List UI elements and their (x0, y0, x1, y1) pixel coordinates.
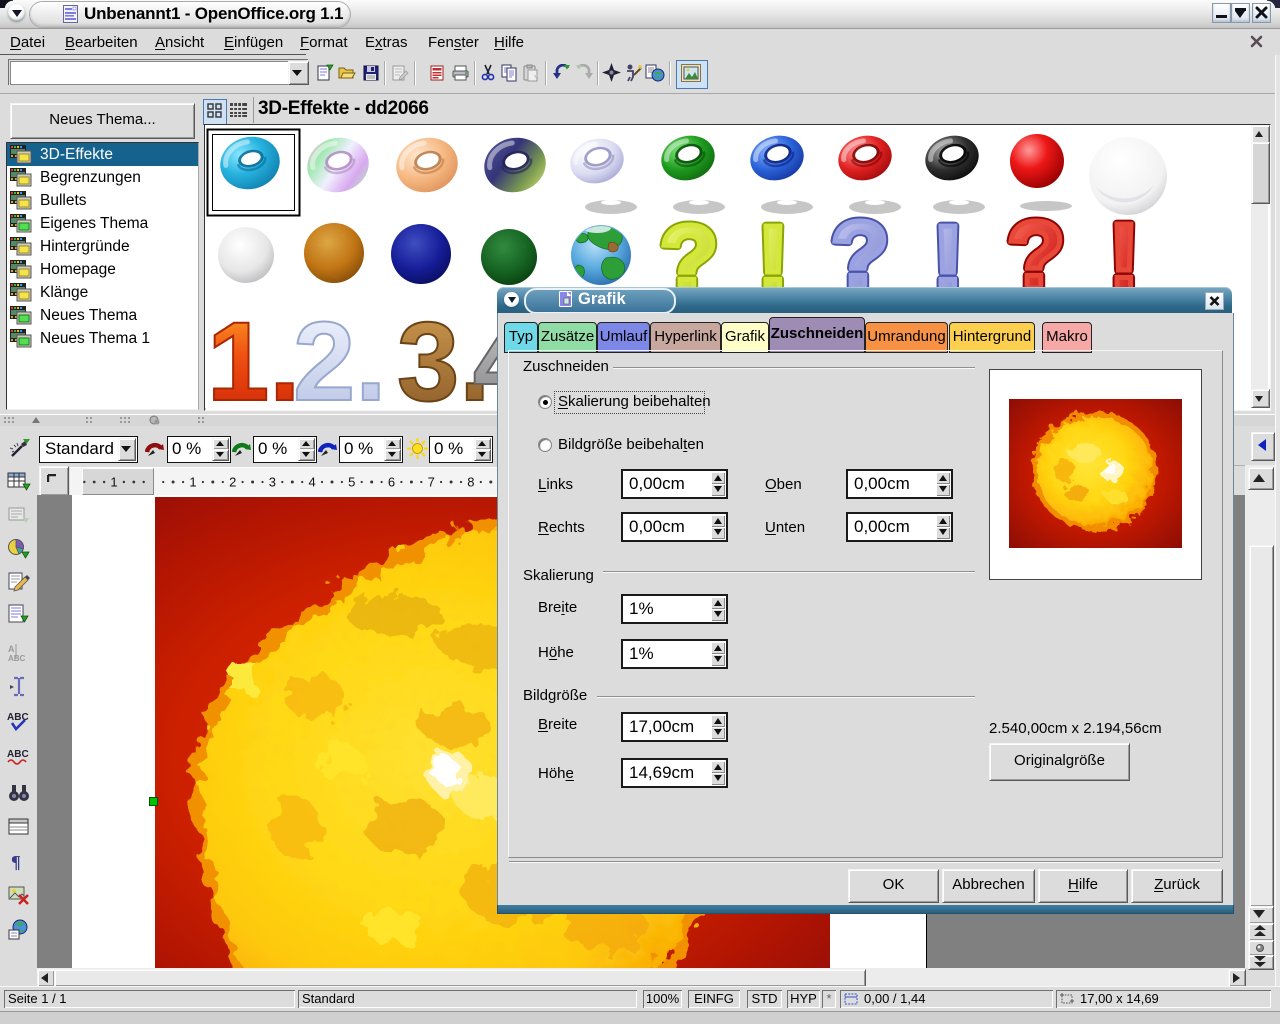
svg-text:¶: ¶ (11, 852, 21, 872)
svg-text:4: 4 (308, 475, 315, 490)
svg-text:2.: 2. (293, 299, 386, 408)
svg-text:6: 6 (388, 475, 395, 490)
svg-text:1: 1 (110, 475, 117, 490)
svg-text:A: A (8, 644, 15, 654)
svg-text:2: 2 (229, 475, 236, 490)
svg-text:ABC: ABC (7, 749, 29, 760)
svg-text:5: 5 (348, 475, 355, 490)
svg-text:7: 7 (428, 475, 435, 490)
svg-text:ABC: ABC (7, 712, 29, 723)
svg-text:ABC: ABC (8, 654, 26, 663)
svg-text:1.: 1. (207, 299, 300, 408)
svg-text:3: 3 (269, 475, 276, 490)
svg-text:8: 8 (467, 475, 474, 490)
svg-text:1: 1 (189, 475, 196, 490)
